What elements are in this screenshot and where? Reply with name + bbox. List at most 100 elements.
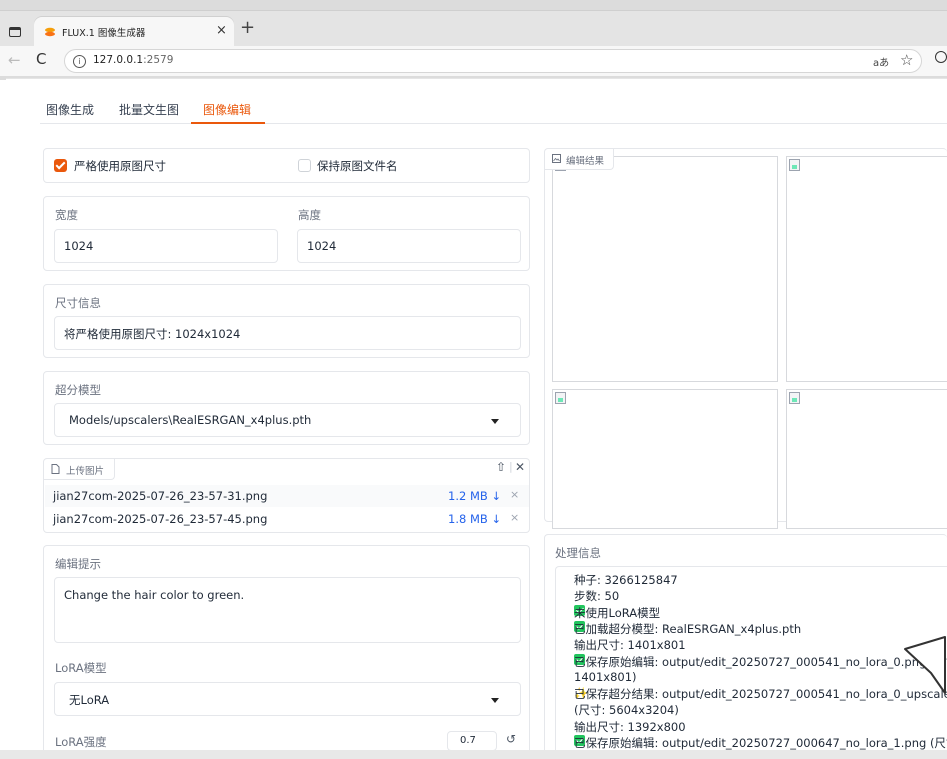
height-input[interactable]: 1024 bbox=[297, 229, 521, 263]
tab-close-icon[interactable]: × bbox=[216, 23, 227, 38]
strict-size-checkbox[interactable] bbox=[54, 159, 67, 172]
log-textarea[interactable]: 种子: 3266125847 步数: 50 未使用LoRA模型 已加载超分模型: Re… bbox=[555, 566, 947, 756]
prompt-value: Change the hair color to green. bbox=[64, 588, 245, 602]
upload-icon[interactable]: ⇧ bbox=[496, 460, 506, 474]
mouse-cursor-icon bbox=[904, 636, 946, 694]
log-line-text: 输出尺寸: 1392x800 bbox=[574, 719, 686, 734]
upload-panel: 上传图片 ⇧ | ✕ jian27com-2025-07-26_23-57-31… bbox=[43, 458, 530, 533]
log-line-text: 已保存超分结果: output/edit_20250727_000541_no_… bbox=[574, 687, 947, 702]
upscaler-panel: 超分模型 Models/upscalers\RealESRGAN_x4plus.… bbox=[43, 371, 530, 445]
file-row[interactable]: jian27com-2025-07-26_23-57-31.png 1.2 MB… bbox=[45, 485, 529, 507]
broken-image-icon bbox=[789, 159, 800, 171]
keep-filename-checkbox[interactable] bbox=[298, 159, 311, 172]
active-tab-indicator bbox=[191, 122, 265, 124]
height-value: 1024 bbox=[307, 239, 337, 253]
chevron-down-icon bbox=[491, 698, 499, 703]
width-value: 1024 bbox=[64, 239, 94, 253]
log-label: 处理信息 bbox=[555, 546, 601, 560]
log-line-text: 1401x801) bbox=[574, 669, 637, 684]
clear-files-icon[interactable]: ✕ bbox=[515, 460, 525, 474]
log-line-text: 已保存原始编辑: output/edit_20250727_000647_no_… bbox=[574, 736, 947, 750]
file-row[interactable]: jian27com-2025-07-26_23-57-45.png 1.8 MB… bbox=[45, 508, 529, 530]
options-panel: 严格使用原图尺寸 保持原图文件名 bbox=[43, 148, 530, 183]
browser-chrome: FLUX.1 图像生成器 × + ← C i 127.0.0.1:2579 aあ… bbox=[0, 0, 947, 80]
url-text: 127.0.0.1:2579 bbox=[93, 54, 173, 66]
gallery-thumbnail[interactable] bbox=[786, 389, 947, 529]
prompt-panel: 编辑提示 Change the hair color to green. LoR… bbox=[43, 545, 530, 755]
tab-divider bbox=[40, 123, 947, 124]
gallery-label: 编辑结果 bbox=[566, 156, 605, 167]
page-content: 图像生成 批量文生图 图像编辑 严格使用原图尺寸 保持原图文件名 宽度 1024… bbox=[6, 78, 947, 756]
lora-value: 无LoRA bbox=[69, 693, 110, 707]
lora-label: LoRA模型 bbox=[55, 661, 107, 675]
width-label: 宽度 bbox=[55, 208, 78, 222]
width-input[interactable]: 1024 bbox=[54, 229, 278, 263]
gallery-thumbnail[interactable] bbox=[786, 156, 947, 382]
log-line-text: 输出尺寸: 1401x801 bbox=[574, 638, 686, 653]
broken-image-icon bbox=[789, 392, 800, 404]
upscaler-value: Models/upscalers\RealESRGAN_x4plus.pth bbox=[69, 413, 312, 427]
prompt-textarea[interactable]: Change the hair color to green. bbox=[54, 577, 521, 643]
tab-strip: FLUX.1 图像生成器 × + bbox=[0, 10, 947, 47]
size-panel: 宽度 1024 高度 1024 bbox=[43, 196, 530, 271]
upload-label: 上传图片 bbox=[66, 466, 105, 477]
site-info-icon[interactable]: i bbox=[73, 55, 86, 68]
flux-favicon-icon bbox=[45, 27, 55, 37]
url-host: 127.0.0.1 bbox=[93, 54, 144, 66]
back-icon[interactable]: ← bbox=[8, 51, 21, 69]
remove-file-icon[interactable]: × bbox=[510, 488, 519, 501]
size-info-value: 将严格使用原图尺寸: 1024x1024 bbox=[64, 327, 241, 341]
status-bar bbox=[0, 750, 947, 759]
log-line-text: 未使用LoRA模型 bbox=[574, 605, 661, 620]
keep-filename-label: 保持原图文件名 bbox=[317, 159, 398, 173]
window-menu-icon[interactable] bbox=[9, 27, 21, 37]
reload-icon[interactable]: C bbox=[36, 50, 46, 68]
upscaler-label: 超分模型 bbox=[55, 383, 101, 397]
height-label: 高度 bbox=[298, 208, 321, 222]
size-info-field[interactable]: 将严格使用原图尺寸: 1024x1024 bbox=[54, 316, 521, 350]
gallery-thumbnail[interactable] bbox=[552, 389, 778, 529]
log-line-text: 已保存原始编辑: output/edit_20250727_000541_no_… bbox=[574, 654, 947, 669]
lora-select[interactable]: 无LoRA bbox=[54, 682, 521, 716]
tab-batch-text-to-image[interactable]: 批量文生图 bbox=[119, 101, 179, 118]
log-panel: 处理信息 种子: 3266125847 步数: 50 未使用LoRA模型 已加载超分模… bbox=[544, 534, 947, 756]
strict-size-label: 严格使用原图尺寸 bbox=[74, 159, 166, 173]
log-line-text: 步数: 50 bbox=[574, 589, 620, 604]
toolbar-divider: | bbox=[509, 460, 513, 473]
lora-strength-label: LoRA强度 bbox=[55, 735, 107, 749]
gallery-thumbnail[interactable] bbox=[552, 156, 778, 382]
size-info-panel: 尺寸信息 将严格使用原图尺寸: 1024x1024 bbox=[43, 284, 530, 358]
upload-label-box: 上传图片 bbox=[44, 459, 115, 480]
tab-image-edit[interactable]: 图像编辑 bbox=[203, 101, 251, 118]
url-port: :2579 bbox=[143, 54, 174, 66]
browser-toolbar: ← C i 127.0.0.1:2579 aあ ☆ bbox=[0, 46, 947, 76]
file-icon bbox=[51, 464, 60, 474]
lora-strength-input[interactable]: 0.7 bbox=[447, 731, 497, 751]
prompt-label: 编辑提示 bbox=[55, 557, 101, 571]
tab-image-generation[interactable]: 图像生成 bbox=[46, 101, 94, 118]
browser-tab[interactable]: FLUX.1 图像生成器 × bbox=[34, 17, 234, 47]
file-size-download-link[interactable]: 1.2 MB ↓ bbox=[448, 489, 501, 503]
chevron-down-icon bbox=[491, 419, 499, 424]
bookmark-star-icon[interactable]: ☆ bbox=[900, 51, 913, 69]
lora-strength-value: 0.7 bbox=[460, 735, 476, 746]
log-line-text: (尺寸: 5604x3204) bbox=[574, 703, 679, 718]
extensions-icon[interactable] bbox=[935, 51, 947, 63]
gallery-panel: 编辑结果 bbox=[544, 148, 947, 529]
address-bar[interactable]: i 127.0.0.1:2579 aあ ☆ bbox=[64, 49, 922, 73]
log-line-text: 已加载超分模型: RealESRGAN_x4plus.pth bbox=[574, 621, 802, 636]
upscaler-select[interactable]: Models/upscalers\RealESRGAN_x4plus.pth bbox=[54, 403, 521, 437]
remove-file-icon[interactable]: × bbox=[510, 511, 519, 524]
broken-image-icon bbox=[555, 392, 566, 404]
log-line-text: 种子: 3266125847 bbox=[574, 573, 678, 587]
file-size-download-link[interactable]: 1.8 MB ↓ bbox=[448, 512, 501, 526]
gallery-label-box: 编辑结果 bbox=[545, 149, 614, 170]
reset-icon[interactable]: ↺ bbox=[506, 732, 516, 746]
read-aloud-icon[interactable]: aあ bbox=[873, 54, 889, 69]
file-name: jian27com-2025-07-26_23-57-31.png bbox=[53, 489, 268, 503]
size-info-label: 尺寸信息 bbox=[55, 296, 101, 310]
new-tab-icon[interactable]: + bbox=[240, 19, 255, 37]
browser-tab-title: FLUX.1 图像生成器 bbox=[62, 28, 146, 39]
image-icon bbox=[552, 154, 561, 163]
file-name: jian27com-2025-07-26_23-57-45.png bbox=[53, 512, 268, 526]
